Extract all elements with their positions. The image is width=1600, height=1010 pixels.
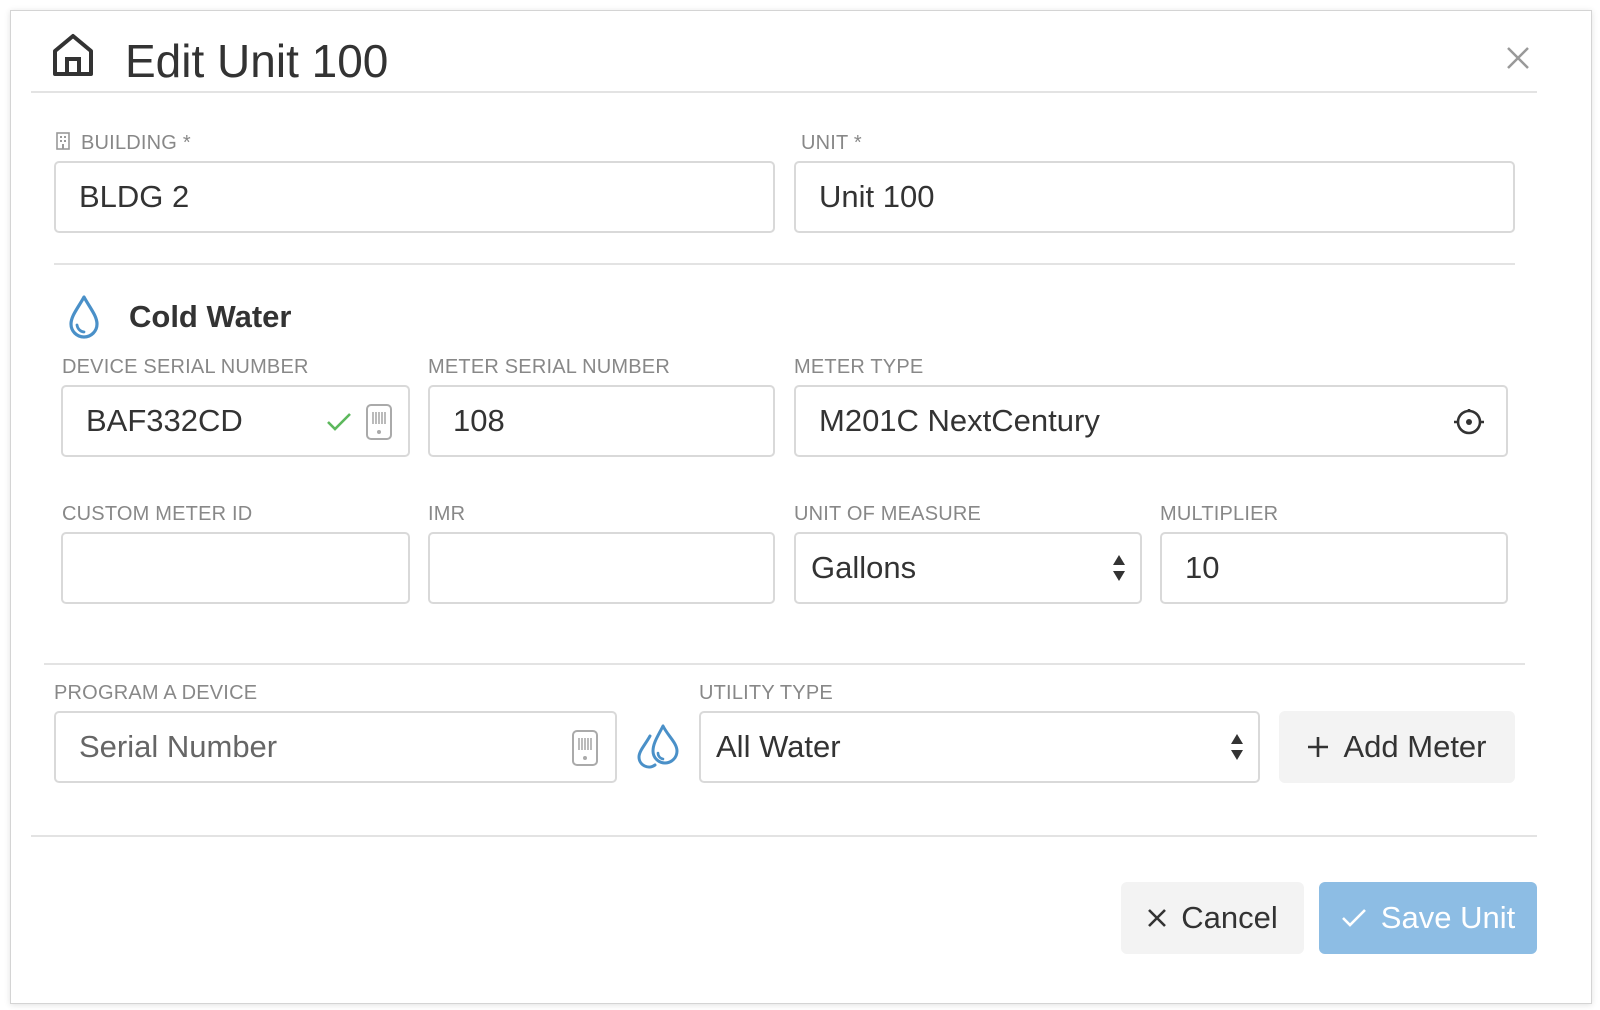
program-device-label: PROGRAM A DEVICE: [54, 682, 258, 704]
modal-title: Edit Unit 100: [125, 35, 389, 87]
device-icon[interactable]: [571, 729, 599, 772]
custom-meter-id-label: CUSTOM METER ID: [62, 503, 253, 525]
utility-type-value: All Water: [716, 729, 841, 764]
select-arrows-icon: [1231, 734, 1243, 760]
device-icon[interactable]: [365, 403, 393, 446]
save-unit-button[interactable]: Save Unit: [1319, 882, 1537, 954]
device-serial-value: BAF332CD: [86, 403, 243, 438]
home-icon: [51, 31, 95, 84]
close-icon[interactable]: [1505, 45, 1531, 76]
unit-field[interactable]: Unit 100: [794, 161, 1515, 233]
select-arrows-icon: [1113, 555, 1125, 581]
custom-meter-id-field[interactable]: [61, 532, 410, 604]
building-label: BUILDING *: [81, 132, 191, 154]
save-unit-label: Save Unit: [1380, 900, 1516, 935]
imr-field[interactable]: [428, 532, 775, 604]
cancel-label: Cancel: [1181, 900, 1278, 935]
water-drops-icon: [635, 722, 681, 775]
meter-section-title: Cold Water: [129, 299, 292, 334]
serial-number-input[interactable]: Serial Number: [54, 711, 617, 783]
section-divider: [54, 263, 1515, 265]
unit-value: Unit 100: [819, 179, 935, 214]
add-meter-label: Add Meter: [1343, 729, 1487, 764]
building-icon: [56, 132, 70, 155]
building-value: BLDG 2: [79, 179, 190, 214]
multiplier-field[interactable]: 10: [1160, 532, 1508, 604]
close-icon: [1147, 908, 1167, 928]
meter-serial-field[interactable]: 108: [428, 385, 775, 457]
header-divider: [31, 91, 1537, 93]
edit-unit-modal: Edit Unit 100 BUILDING * BLDG 2 UNIT * U…: [10, 10, 1592, 1004]
meter-type-label: METER TYPE: [794, 356, 924, 378]
footer-divider: [31, 835, 1537, 837]
serial-number-placeholder: Serial Number: [79, 729, 278, 764]
imr-label: IMR: [428, 503, 466, 525]
multiplier-value: 10: [1185, 550, 1220, 585]
plus-icon: [1307, 736, 1329, 758]
add-meter-button[interactable]: Add Meter: [1279, 711, 1515, 783]
water-drop-icon: [67, 294, 101, 345]
meter-serial-value: 108: [453, 403, 505, 438]
meter-type-value: M201C NextCentury: [819, 403, 1100, 438]
unit-of-measure-select[interactable]: Gallons: [794, 532, 1142, 604]
check-icon: [325, 411, 353, 438]
meter-serial-label: METER SERIAL NUMBER: [428, 356, 670, 378]
unit-of-measure-label: UNIT OF MEASURE: [794, 503, 982, 525]
cancel-button[interactable]: Cancel: [1121, 882, 1304, 954]
unit-of-measure-value: Gallons: [811, 550, 917, 585]
meter-icon[interactable]: [1452, 407, 1486, 442]
program-divider: [44, 663, 1525, 665]
meter-type-field[interactable]: M201C NextCentury: [794, 385, 1508, 457]
unit-label: UNIT *: [801, 132, 862, 154]
utility-type-label: UTILITY TYPE: [699, 682, 833, 704]
device-serial-field[interactable]: BAF332CD: [61, 385, 410, 457]
device-serial-label: DEVICE SERIAL NUMBER: [62, 356, 309, 378]
utility-type-select[interactable]: All Water: [699, 711, 1260, 783]
multiplier-label: MULTIPLIER: [1160, 503, 1279, 525]
building-field[interactable]: BLDG 2: [54, 161, 775, 233]
check-icon: [1341, 908, 1367, 928]
